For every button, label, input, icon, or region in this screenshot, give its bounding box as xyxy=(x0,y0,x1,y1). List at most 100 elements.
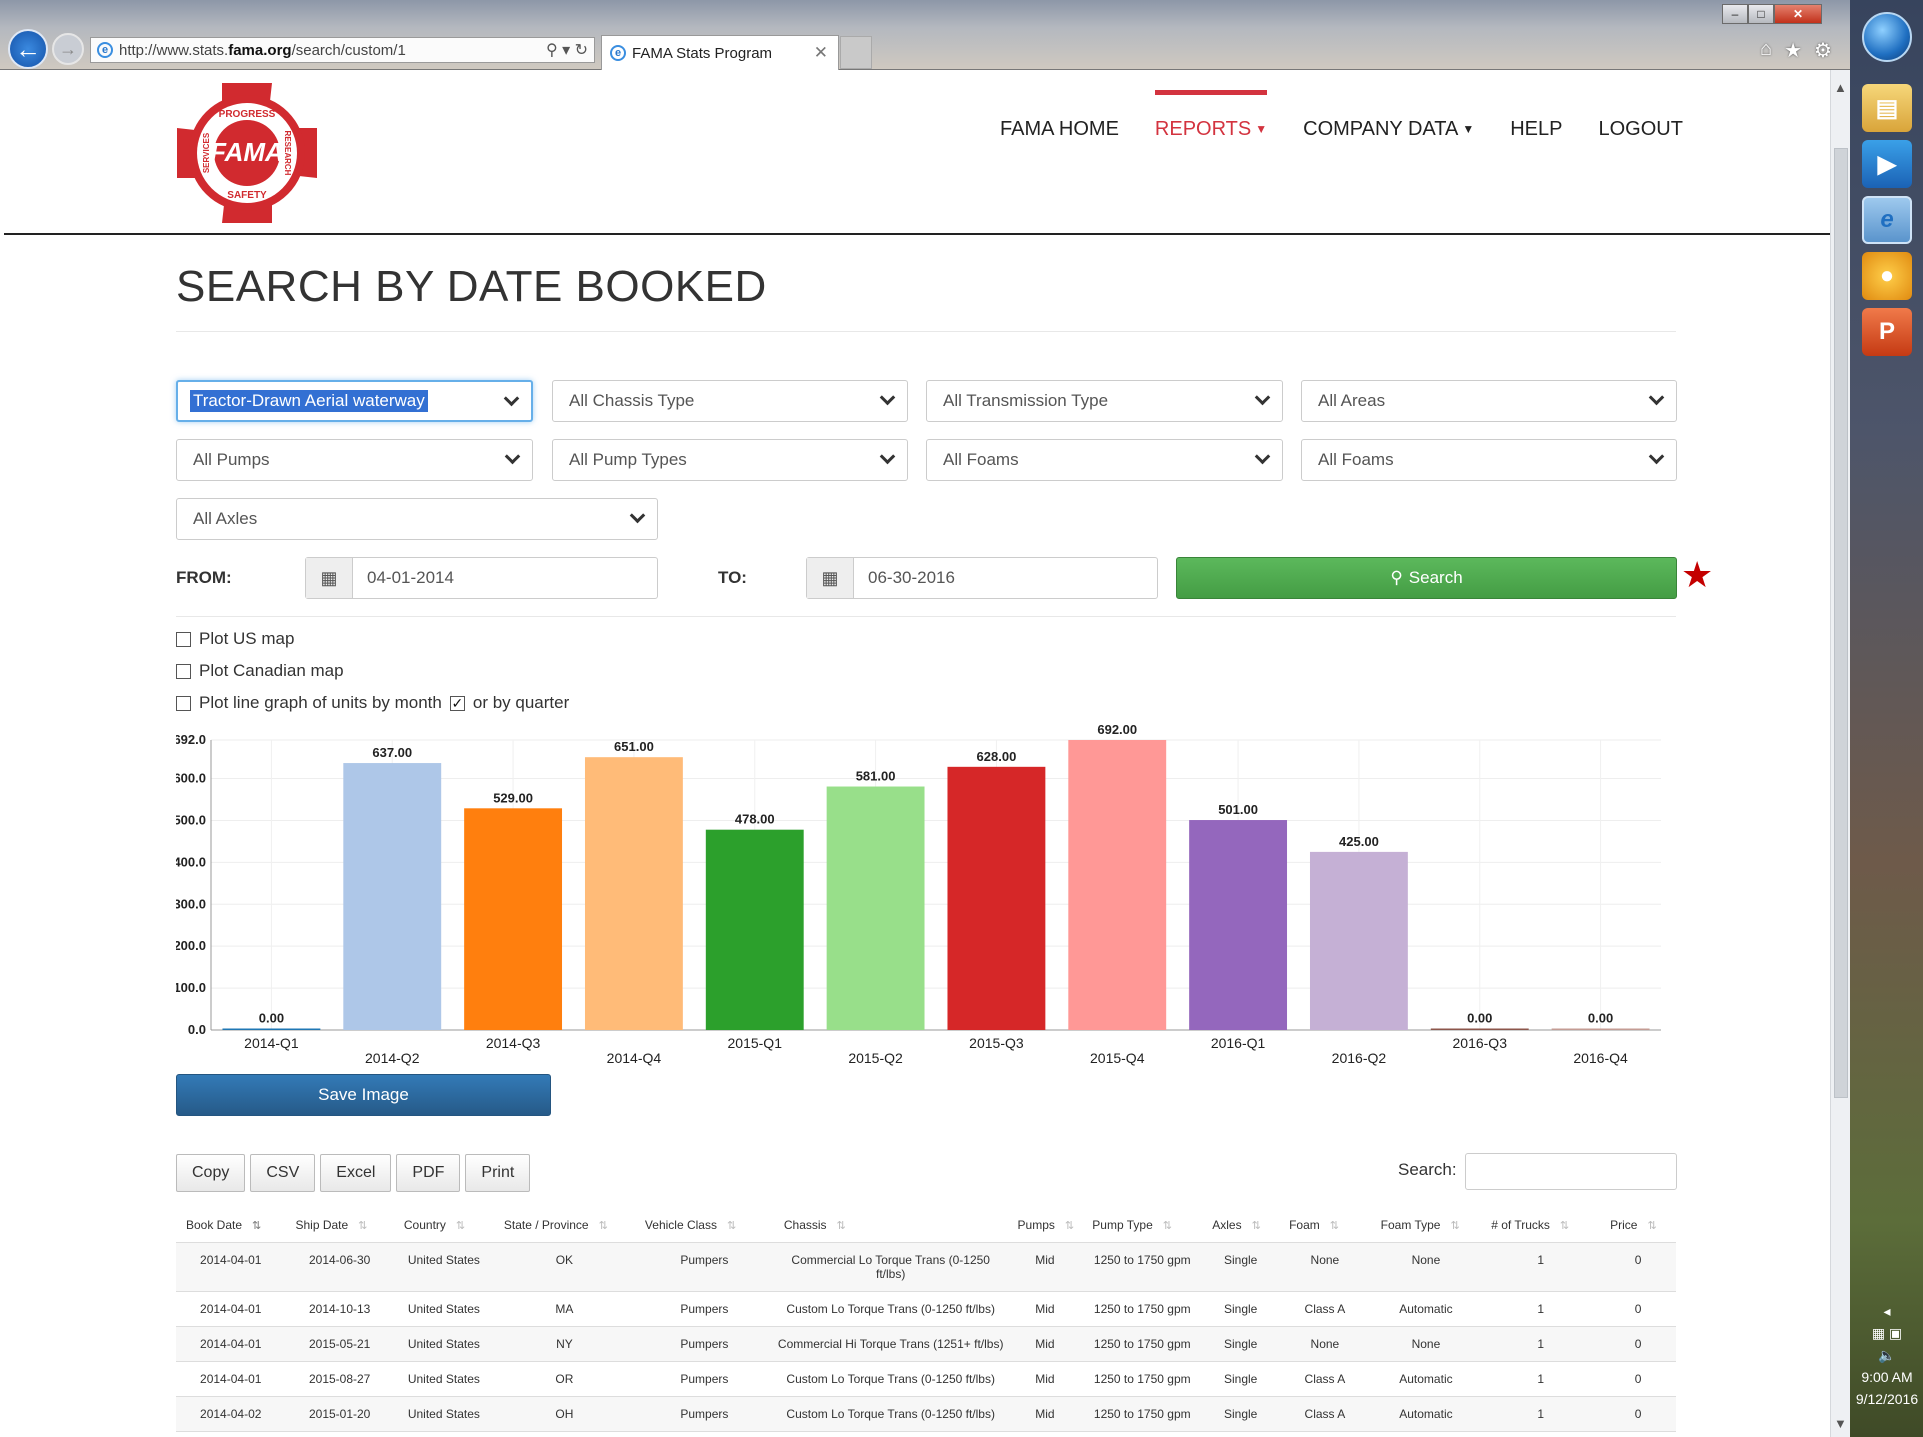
column-header[interactable]: Pump Type ⇅ xyxy=(1082,1208,1203,1243)
sort-icon[interactable]: ⇅ xyxy=(1163,1220,1172,1232)
pumps-select[interactable]: All Pumps xyxy=(176,439,533,481)
column-header[interactable]: Country ⇅ xyxy=(393,1208,494,1243)
excel-button[interactable]: Excel xyxy=(320,1154,392,1192)
save-image-button[interactable]: Save Image xyxy=(176,1074,551,1116)
table-row[interactable]: 2014-04-01 2014-10-13 United States MA Pumpe… xyxy=(176,1291,1676,1327)
areas-select[interactable]: All Areas xyxy=(1301,380,1677,422)
foams-select[interactable]: All Foams xyxy=(926,439,1283,481)
home-icon[interactable]: ⌂ xyxy=(1760,38,1772,63)
sort-icon[interactable]: ⇅ xyxy=(727,1220,736,1232)
column-header[interactable]: Axles ⇅ xyxy=(1202,1208,1280,1243)
select-value: All Chassis Type xyxy=(569,391,695,410)
favorites-star-icon[interactable]: ★ xyxy=(1784,38,1802,63)
calendar-icon[interactable]: ▦ xyxy=(306,558,353,598)
table-search-input[interactable] xyxy=(1465,1153,1677,1190)
pump-types-select[interactable]: All Pump Types xyxy=(552,439,908,481)
foams-select-2[interactable]: All Foams xyxy=(1301,439,1677,481)
sort-icon[interactable]: ⇅ xyxy=(1647,1220,1656,1232)
nav-company-data[interactable]: COMPANY DATA ▼ xyxy=(1303,118,1474,141)
start-button[interactable] xyxy=(1862,12,1912,62)
table-row[interactable]: 2014-04-01 2015-05-21 United States NY Pumpe… xyxy=(176,1326,1676,1362)
clock-date[interactable]: 9/12/2016 xyxy=(1854,1388,1920,1410)
from-date-field[interactable]: ▦ 04-01-2014 xyxy=(305,557,658,599)
sort-icon[interactable]: ⇅ xyxy=(358,1220,367,1232)
csv-button[interactable]: CSV xyxy=(250,1154,316,1192)
nav-reports[interactable]: REPORTS ▼ xyxy=(1154,90,1268,141)
plot-line-graph-option[interactable]: Plot line graph of units by month ✓ or b… xyxy=(176,693,569,713)
internet-explorer-icon[interactable]: e xyxy=(1862,196,1912,244)
column-header[interactable]: Ship Date ⇅ xyxy=(285,1208,394,1243)
column-header[interactable]: Pumps ⇅ xyxy=(1007,1208,1083,1243)
column-header-label: State / Province xyxy=(503,1217,589,1232)
table-row[interactable]: 2014-04-02 2015-01-20 United States OH Pumpe… xyxy=(176,1396,1676,1432)
nav-help[interactable]: HELP xyxy=(1510,118,1562,141)
plot-us-map-option[interactable]: Plot US map xyxy=(176,629,294,649)
chassis-type-select[interactable]: All Chassis Type xyxy=(552,380,908,422)
close-window-button[interactable]: ✕ xyxy=(1774,4,1822,24)
nav-logout[interactable]: LOGOUT xyxy=(1598,118,1682,141)
table-cell: 2015-01-20 xyxy=(285,1396,394,1432)
maximize-button[interactable]: □ xyxy=(1748,4,1774,24)
column-header[interactable]: Chassis ⇅ xyxy=(773,1208,1008,1243)
clock-time[interactable]: 9:00 AM xyxy=(1854,1366,1920,1388)
file-explorer-icon[interactable]: ▤ xyxy=(1862,84,1912,132)
column-header[interactable]: # of Trucks ⇅ xyxy=(1481,1208,1601,1243)
transmission-type-select[interactable]: All Transmission Type xyxy=(926,380,1283,422)
checkbox[interactable] xyxy=(176,663,191,679)
copy-button[interactable]: Copy xyxy=(176,1154,246,1192)
sort-icon[interactable]: ⇅ xyxy=(1450,1220,1459,1232)
nav-fama-home[interactable]: FAMA HOME xyxy=(1000,118,1119,141)
column-header[interactable]: Book Date ⇅ xyxy=(176,1208,286,1243)
table-row[interactable]: 2014-04-01 2015-08-27 United States OR Pumpe… xyxy=(176,1361,1676,1397)
table-row[interactable]: 2014-04-01 2014-06-30 United States OK Pumpe… xyxy=(176,1242,1676,1292)
sort-icon[interactable]: ⇅ xyxy=(456,1220,465,1232)
sort-icon[interactable]: ⇅ xyxy=(1065,1220,1074,1232)
app-icon[interactable]: ● xyxy=(1862,252,1912,300)
forward-button[interactable]: → xyxy=(52,33,84,65)
to-date-field[interactable]: ▦ 06-30-2016 xyxy=(806,557,1158,599)
scroll-thumb[interactable] xyxy=(1834,148,1848,1098)
sort-icon[interactable]: ⇅ xyxy=(252,1220,261,1232)
tray-expand-icon[interactable]: ◂ xyxy=(1854,1300,1920,1322)
back-button[interactable]: ← xyxy=(8,29,48,69)
plot-canadian-map-option[interactable]: Plot Canadian map xyxy=(176,661,344,681)
checkbox[interactable] xyxy=(176,631,191,647)
address-bar[interactable]: e http://www.stats.fama.org/search/custo… xyxy=(90,37,595,63)
table-cell: Class A xyxy=(1279,1291,1371,1327)
table-cell: 1250 to 1750 gpm xyxy=(1082,1361,1203,1397)
y-tick-label: 0.0 xyxy=(188,1022,206,1037)
new-tab-button[interactable] xyxy=(840,36,872,69)
vehicle-class-select[interactable]: Tractor-Drawn Aerial waterway xyxy=(176,380,533,422)
column-header[interactable]: State / Province ⇅ xyxy=(493,1208,635,1243)
axles-select[interactable]: All Axles xyxy=(176,498,658,540)
column-header[interactable]: Foam ⇅ xyxy=(1279,1208,1371,1243)
search-button[interactable]: ⚲ Search xyxy=(1176,557,1677,599)
scroll-up-icon[interactable]: ▲ xyxy=(1834,80,1847,95)
print-button[interactable]: Print xyxy=(465,1154,531,1192)
tray-icons[interactable]: ▦ ▣ xyxy=(1854,1322,1920,1344)
bar-value-label: 501.00 xyxy=(1218,802,1258,817)
column-header[interactable]: Price ⇅ xyxy=(1600,1208,1676,1243)
browser-tab[interactable]: e FAMA Stats Program ✕ xyxy=(601,35,839,70)
page-scrollbar[interactable]: ▲ ▼ xyxy=(1830,70,1850,1437)
sort-icon[interactable]: ⇅ xyxy=(1252,1220,1261,1232)
media-player-icon[interactable]: ▶ xyxy=(1862,140,1912,188)
sort-icon[interactable]: ⇅ xyxy=(1330,1220,1339,1232)
table-cell: Pumpers xyxy=(634,1361,774,1397)
calendar-icon[interactable]: ▦ xyxy=(807,558,854,598)
pdf-button[interactable]: PDF xyxy=(396,1154,461,1192)
checkbox[interactable] xyxy=(176,695,191,711)
sort-icon[interactable]: ⇅ xyxy=(837,1220,846,1232)
volume-icon[interactable]: 🔈 xyxy=(1854,1344,1920,1366)
column-header[interactable]: Foam Type ⇅ xyxy=(1370,1208,1482,1243)
sort-icon[interactable]: ⇅ xyxy=(1560,1220,1569,1232)
by-quarter-checkbox[interactable]: ✓ xyxy=(449,695,465,711)
sort-icon[interactable]: ⇅ xyxy=(599,1220,608,1232)
column-header[interactable]: Vehicle Class ⇅ xyxy=(634,1208,774,1243)
settings-gear-icon[interactable]: ⚙ xyxy=(1814,38,1832,63)
search-refresh-icons[interactable]: ⚲ ▾ ↻ xyxy=(546,40,588,60)
powerpoint-icon[interactable]: P xyxy=(1862,308,1912,356)
scroll-down-icon[interactable]: ▼ xyxy=(1834,1416,1847,1431)
tab-close-icon[interactable]: ✕ xyxy=(814,43,828,63)
minimize-button[interactable]: – xyxy=(1722,4,1748,24)
